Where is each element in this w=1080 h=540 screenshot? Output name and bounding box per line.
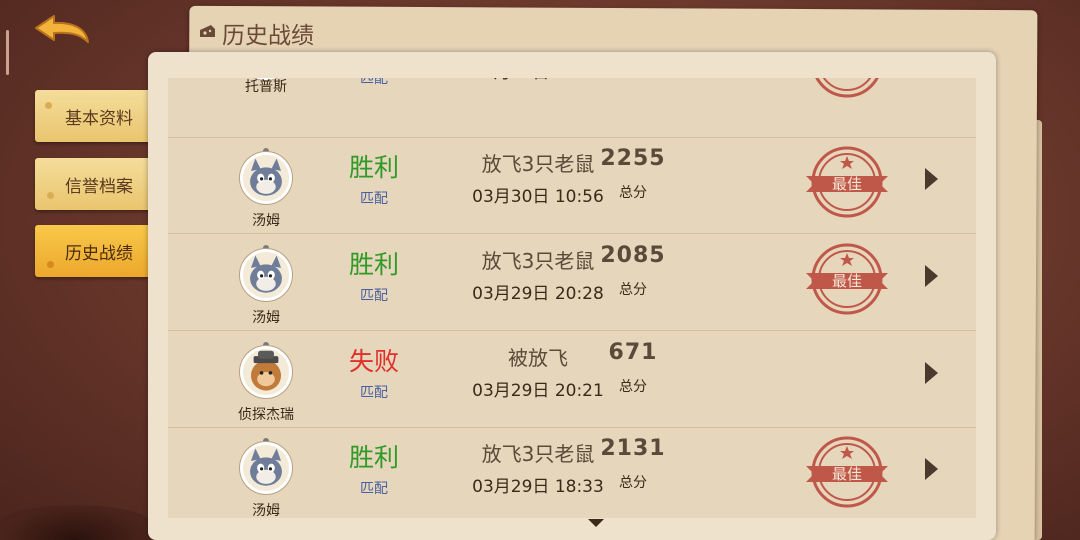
row-detail-arrow-icon[interactable] xyxy=(922,360,940,386)
match-score: 671 xyxy=(608,340,658,365)
page-title: 历史战绩 xyxy=(222,23,314,49)
character-name: 托普斯 xyxy=(245,79,287,95)
character-name: 侦探杰瑞 xyxy=(238,407,294,423)
svg-text:最佳: 最佳 xyxy=(832,272,862,290)
edge-marker xyxy=(6,30,9,75)
scroll-down-icon[interactable] xyxy=(587,518,605,528)
score-label: 总分 xyxy=(619,379,647,395)
tab-label: 历史战绩 xyxy=(65,243,133,264)
match-result: 胜利 xyxy=(348,443,399,472)
score-label: 总分 xyxy=(619,282,647,298)
match-result: 失败 xyxy=(348,347,399,376)
tab-label: 信誉档案 xyxy=(65,176,133,197)
svg-text:最佳: 最佳 xyxy=(832,175,862,193)
match-mode: 匹配 xyxy=(360,385,388,401)
character-name: 汤姆 xyxy=(252,503,280,519)
row-detail-arrow-icon[interactable] xyxy=(922,456,940,482)
table-corner xyxy=(0,505,150,540)
tab-credit-record[interactable]: 信誉档案 xyxy=(35,158,163,210)
character-name: 汤姆 xyxy=(252,310,280,326)
history-row[interactable]: 汤姆 胜利 匹配 放飞3只老鼠 03月29日 18:33 2131 总分 最佳 xyxy=(168,428,976,519)
svg-text:最佳: 最佳 xyxy=(832,465,862,483)
character-name: 汤姆 xyxy=(252,213,280,229)
match-result: 胜利 xyxy=(348,250,399,279)
match-result: 胜利 xyxy=(348,153,399,182)
best-badge-icon: 最佳 xyxy=(806,243,888,315)
match-mode: 匹配 xyxy=(360,481,388,497)
match-score: 2255 xyxy=(600,146,666,171)
score-label: 总分 xyxy=(619,475,647,491)
cheese-hole xyxy=(47,192,54,199)
history-row[interactable]: 汤姆 胜利 匹配 放飞3只老鼠 03月30日 10:56 2255 总分 最佳 xyxy=(168,138,976,234)
history-row[interactable]: 侦探杰瑞 失败 匹配 被放飞 03月29日 20:21 671 总分 xyxy=(168,332,976,428)
row-divider xyxy=(168,330,976,331)
match-score: 2131 xyxy=(600,436,666,461)
score-label: 总分 xyxy=(619,185,647,201)
cheese-hole xyxy=(47,261,54,268)
match-score: 2085 xyxy=(600,243,666,268)
character-avatar xyxy=(240,152,292,204)
tab-label: 基本资料 xyxy=(65,108,133,129)
cheese-hole xyxy=(45,102,52,109)
match-mode: 匹配 xyxy=(360,191,388,207)
row-detail-arrow-icon[interactable] xyxy=(922,166,940,192)
character-avatar xyxy=(240,442,292,494)
row-divider xyxy=(168,233,976,234)
best-badge-icon: 最佳 xyxy=(806,146,888,218)
match-mode: 匹配 xyxy=(360,288,388,304)
character-avatar xyxy=(240,249,292,301)
back-arrow-icon[interactable] xyxy=(32,12,92,48)
tab-match-history[interactable]: 历史战绩 xyxy=(35,225,163,277)
character-avatar xyxy=(240,346,292,398)
history-row[interactable]: 汤姆 胜利 匹配 放飞3只老鼠 03月29日 20:28 2085 总分 最佳 xyxy=(168,235,976,331)
best-badge-icon: 最佳 xyxy=(806,436,888,508)
cheese-icon xyxy=(200,25,215,37)
row-detail-arrow-icon[interactable] xyxy=(922,263,940,289)
tab-basic-info[interactable]: 基本资料 xyxy=(35,90,180,142)
